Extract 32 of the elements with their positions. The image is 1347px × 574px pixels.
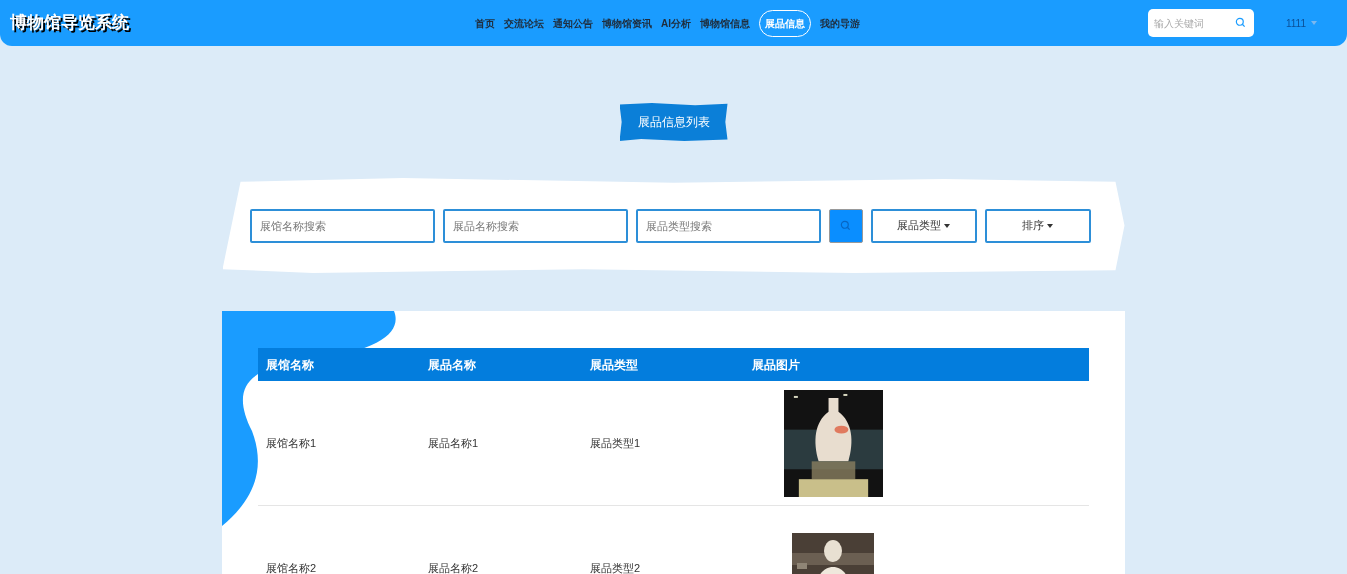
caret-icon — [1311, 21, 1317, 25]
column-header: 展馆名称 — [266, 356, 315, 374]
search-field[interactable]: 展馆名称搜索 — [249, 208, 435, 243]
search-field[interactable]: 输入关键词 — [1147, 9, 1254, 37]
column-header: 展品名称 — [428, 356, 477, 374]
nav-link[interactable]: AI分析 — [661, 10, 691, 36]
table-cell-text: 展品类型2 — [590, 560, 642, 574]
nav-link[interactable]: 通知公告 — [553, 10, 593, 36]
table-cell-text: 展品类型1 — [590, 435, 642, 451]
column-header: 展品图片 — [752, 356, 801, 374]
search-button[interactable] — [828, 208, 863, 243]
nav-link[interactable]: 我的导游 — [820, 10, 860, 36]
user-menu[interactable]: 1111 — [1285, 15, 1317, 31]
search-field[interactable]: 展品名称搜索 — [442, 208, 628, 243]
nav-link[interactable]: 博物馆资讯 — [602, 10, 652, 36]
table-cell-text: 展馆名称1 — [266, 435, 318, 451]
nav-link[interactable]: 交流论坛 — [504, 10, 544, 36]
dropdown-button[interactable]: 排序 — [984, 208, 1091, 243]
table-cell-text: 展品名称2 — [428, 560, 480, 574]
search-icon — [840, 220, 851, 231]
nav-link[interactable]: 首页 — [475, 10, 495, 36]
site-title: 博物馆导览系统 — [10, 12, 130, 35]
search-icon — [1234, 17, 1246, 28]
nav-link[interactable]: 博物馆信息 — [700, 10, 750, 36]
search-field[interactable]: 展品类型搜索 — [635, 208, 821, 243]
table-cell-text: 展馆名称2 — [266, 560, 318, 574]
page-title: 展品信息列表 — [619, 103, 728, 141]
caret-icon — [944, 223, 950, 228]
column-header: 展品类型 — [590, 356, 639, 374]
dropdown-button[interactable]: 展品类型 — [870, 208, 977, 243]
table-cell-text: 展品名称1 — [428, 435, 480, 451]
caret-icon — [1047, 223, 1053, 228]
